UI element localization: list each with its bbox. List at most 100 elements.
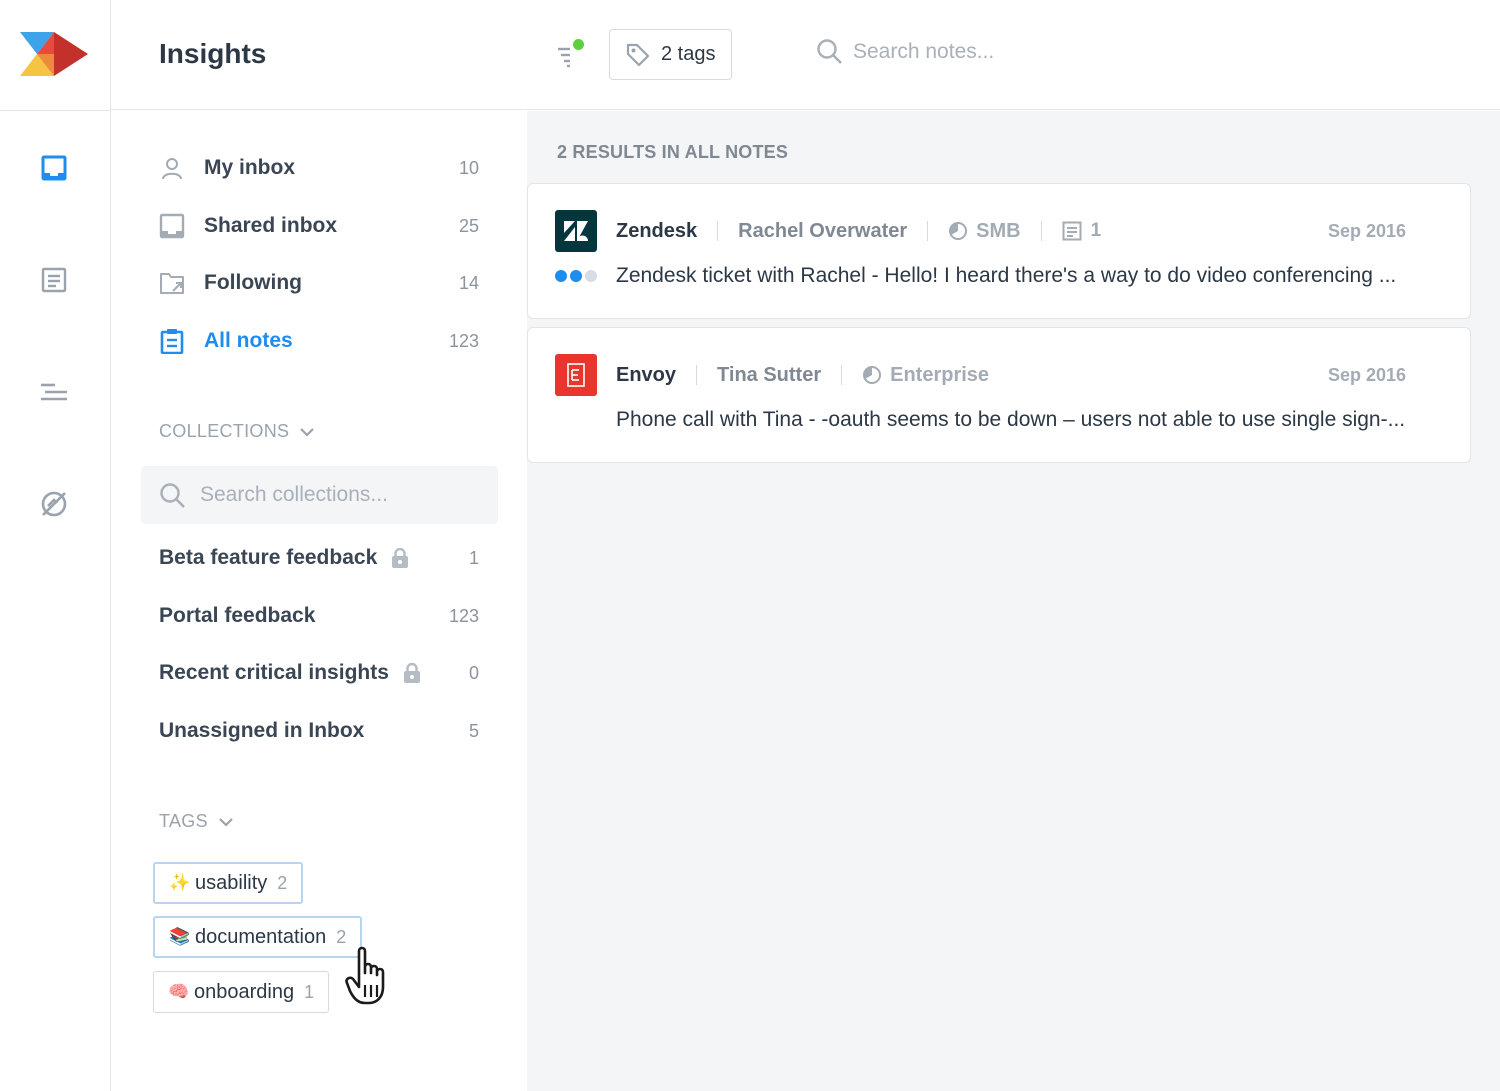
- tags-heading-label: TAGS: [159, 811, 208, 831]
- tag-icon: [626, 43, 650, 66]
- collection-item-count: 123: [448, 605, 479, 626]
- lock-icon: [391, 548, 409, 568]
- tag-chip-usability[interactable]: ✨ usability 2: [153, 862, 304, 904]
- filter-button[interactable]: [554, 38, 586, 70]
- segment-pie-icon: [949, 222, 968, 240]
- tag-chip-label: usability: [195, 871, 268, 894]
- collection-item-label: Beta feature feedback: [159, 546, 378, 569]
- tag-chip-count: 2: [277, 872, 288, 893]
- collection-item-count: 5: [468, 720, 479, 741]
- note-segment-label: Enterprise: [890, 363, 990, 386]
- tag-chip-onboarding[interactable]: 🧠 onboarding 1: [153, 971, 330, 1013]
- tag-chip-label: documentation: [195, 925, 327, 948]
- note-segment: Enterprise: [862, 364, 989, 387]
- rail-inbox-icon[interactable]: [38, 152, 70, 184]
- person-icon: [159, 155, 185, 181]
- lock-icon: [403, 663, 421, 683]
- envoy-logo-icon: [555, 354, 597, 396]
- search-icon: [817, 39, 842, 64]
- chevron-down-icon: [219, 817, 233, 827]
- note-segment-label: SMB: [976, 219, 1021, 242]
- nav-item-my-inbox[interactable]: My inbox 10: [159, 148, 479, 188]
- sparkles-icon: ✨: [169, 873, 191, 892]
- app-logo-icon[interactable]: [20, 30, 88, 78]
- note-meta: Envoy Tina Sutter Enterprise Sep 2016: [616, 362, 1410, 388]
- search-notes-input[interactable]: [853, 39, 1153, 64]
- tag-chip-documentation[interactable]: 📚 documentation 2: [153, 916, 363, 958]
- note-snippet: Phone call with Tina - -oauth seems to b…: [616, 408, 1406, 431]
- hand-cursor-icon: [345, 946, 385, 1005]
- tags-filter-button[interactable]: 2 tags: [609, 29, 732, 80]
- collections-heading[interactable]: COLLECTIONS: [159, 421, 315, 442]
- importance-dot-filled: [570, 270, 582, 282]
- note-person[interactable]: Tina Sutter: [717, 364, 821, 387]
- collection-item-label: Recent critical insights: [159, 661, 389, 684]
- collections-search: [141, 466, 498, 524]
- search-notes: [816, 38, 1153, 65]
- note-meta: Zendesk Rachel Overwater SMB 1 Sep 2016: [616, 218, 1410, 244]
- collection-item-count: 1: [468, 547, 479, 568]
- books-icon: 📚: [169, 927, 191, 946]
- note-date: Sep 2016: [1327, 364, 1406, 385]
- note-doc-icon: [1062, 221, 1082, 241]
- rail-divider: [0, 110, 111, 111]
- nav-item-label: Following: [204, 271, 302, 294]
- nav-item-count: 25: [458, 215, 479, 236]
- nav-item-label: All notes: [204, 329, 293, 352]
- rail-portal-icon[interactable]: [38, 488, 70, 520]
- linked-features-count-label: 1: [1090, 220, 1102, 241]
- note-source: Envoy: [616, 363, 677, 386]
- results-heading: 2 RESULTS IN ALL NOTES: [557, 142, 789, 162]
- collection-item-portal-feedback[interactable]: Portal feedback 123: [159, 596, 479, 636]
- tags-heading[interactable]: TAGS: [159, 811, 234, 832]
- meta-divider: [841, 365, 843, 385]
- collection-item-beta-feature-feedback[interactable]: Beta feature feedback 1: [159, 538, 479, 578]
- clipboard-icon: [159, 328, 185, 354]
- meta-divider: [696, 365, 698, 385]
- meta-divider: [1040, 221, 1042, 241]
- page-title: Insights: [159, 38, 267, 69]
- nav-item-count: 14: [458, 272, 479, 293]
- importance-dot-empty: [585, 270, 597, 282]
- note-card-envoy[interactable]: Envoy Tina Sutter Enterprise Sep 2016 Ph…: [527, 327, 1471, 463]
- note-card-zendesk[interactable]: Zendesk Rachel Overwater SMB 1 Sep 2016 …: [527, 183, 1471, 319]
- importance-dots[interactable]: [555, 270, 600, 282]
- collection-item-label: Portal feedback: [159, 604, 316, 627]
- filter-active-dot: [573, 39, 584, 50]
- rail-roadmap-icon[interactable]: [38, 376, 70, 408]
- collections-heading-label: COLLECTIONS: [159, 421, 290, 441]
- chevron-down-icon: [300, 427, 315, 437]
- nav-item-count: 10: [458, 157, 479, 178]
- rail-notes-icon[interactable]: [38, 264, 70, 296]
- importance-dot-filled: [555, 270, 567, 282]
- brain-icon: 🧠: [168, 982, 190, 1001]
- navigation-panel: My inbox 10 Shared inbox 25 Following 14…: [111, 111, 527, 1091]
- meta-divider: [927, 221, 929, 241]
- tags-filter-label: 2 tags: [661, 43, 716, 65]
- note-person[interactable]: Rachel Overwater: [738, 220, 907, 243]
- nav-item-label: Shared inbox: [204, 214, 338, 237]
- tag-chip-label: onboarding: [194, 980, 295, 1003]
- collection-item-recent-critical-insights[interactable]: Recent critical insights 0: [159, 653, 479, 693]
- nav-item-label: My inbox: [204, 156, 296, 179]
- segment-pie-icon: [863, 366, 882, 384]
- left-rail: [0, 0, 111, 1091]
- following-folder-icon: [159, 270, 185, 296]
- note-segment: SMB: [948, 219, 1021, 243]
- collection-item-count: 0: [468, 662, 479, 683]
- collections-search-input[interactable]: [200, 483, 480, 507]
- inbox-icon: [159, 213, 185, 239]
- linked-features-count: 1: [1062, 220, 1102, 242]
- nav-item-all-notes[interactable]: All notes 123: [159, 321, 479, 361]
- note-snippet: Zendesk ticket with Rachel - Hello! I he…: [616, 264, 1397, 287]
- results-panel: 2 RESULTS IN ALL NOTES Zendesk Rachel Ov…: [527, 111, 1500, 1091]
- search-icon: [160, 482, 185, 508]
- note-source: Zendesk: [616, 219, 698, 242]
- nav-item-count: 123: [448, 330, 479, 351]
- top-header: Insights 2 tags: [111, 0, 1500, 110]
- nav-item-shared-inbox[interactable]: Shared inbox 25: [159, 206, 479, 246]
- collection-item-label: Unassigned in Inbox: [159, 719, 365, 742]
- nav-item-following[interactable]: Following 14: [159, 263, 479, 303]
- note-date: Sep 2016: [1327, 220, 1406, 241]
- collection-item-unassigned-in-inbox[interactable]: Unassigned in Inbox 5: [159, 711, 479, 751]
